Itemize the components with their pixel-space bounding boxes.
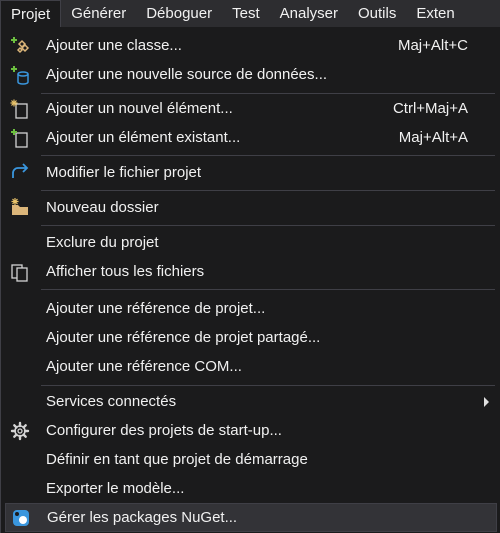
menu-outils[interactable]: Outils <box>348 0 406 27</box>
menu-projet[interactable]: Projet <box>0 0 62 27</box>
menu-item-shortcut: Ctrl+Maj+A <box>392 100 468 117</box>
menu-item-show-all-files[interactable]: Afficher tous les fichiers <box>1 257 499 286</box>
gear-icon <box>9 420 31 442</box>
menu-item-add-com-reference[interactable]: Ajouter une référence COM... <box>1 352 499 381</box>
menu-item-set-startup-project[interactable]: Définir en tant que projet de démarrage <box>1 445 499 474</box>
menu-item-add-datasource[interactable]: Ajouter une nouvelle source de données..… <box>1 60 499 89</box>
menu-item-label: Nouveau dossier <box>46 198 159 216</box>
new-item-icon <box>9 98 31 120</box>
nuget-icon <box>10 507 32 529</box>
submenu-arrow-icon <box>484 396 489 407</box>
menu-item-exclude-from-project[interactable]: Exclure du projet <box>1 228 499 257</box>
existing-item-icon <box>9 127 31 149</box>
menu-item-configure-startup-projects[interactable]: Configurer des projets de start-up... <box>1 416 499 445</box>
menu-item-label: Configurer des projets de start-up... <box>46 422 282 439</box>
menu-item-shortcut: Maj+Alt+C <box>397 37 468 54</box>
menu-item-add-project-reference[interactable]: Ajouter une référence de projet... <box>1 294 499 323</box>
menu-item-label: Ajouter une classe... <box>46 37 182 54</box>
menu-test[interactable]: Test <box>222 0 270 27</box>
menu-item-label: Exclure du projet <box>46 234 159 251</box>
menu-extensions[interactable]: Exten <box>406 0 464 27</box>
menu-separator <box>41 190 495 191</box>
menu-item-new-folder[interactable]: Nouveau dossier <box>1 192 499 222</box>
add-class-icon <box>9 35 31 57</box>
show-all-files-icon <box>9 261 31 283</box>
menu-item-label: Ajouter un nouvel élément... <box>46 100 233 117</box>
menu-item-edit-project-file[interactable]: Modifier le fichier projet <box>1 157 499 187</box>
menu-separator <box>41 155 495 156</box>
menu-analyser[interactable]: Analyser <box>270 0 348 27</box>
projet-dropdown-menu: Ajouter une classe... Maj+Alt+C Ajouter … <box>0 27 500 533</box>
menu-item-add-shared-project-reference[interactable]: Ajouter une référence de projet partagé.… <box>1 323 499 352</box>
add-datasource-icon <box>9 64 31 86</box>
menu-item-export-template[interactable]: Exporter le modèle... <box>1 474 499 503</box>
menu-item-label: Ajouter une référence de projet... <box>46 300 266 317</box>
menu-separator <box>41 385 495 386</box>
menu-deboguer[interactable]: Déboguer <box>136 0 222 27</box>
menu-separator <box>41 289 495 290</box>
edit-project-icon <box>9 161 31 183</box>
menu-bar: Projet Générer Déboguer Test Analyser Ou… <box>0 0 500 27</box>
menu-item-connected-services[interactable]: Services connectés <box>1 387 499 416</box>
menu-item-label: Services connectés <box>46 393 177 410</box>
menu-item-shortcut: Maj+Alt+A <box>398 129 468 146</box>
menu-item-label: Ajouter un élément existant... <box>46 129 241 146</box>
menu-item-label: Ajouter une référence de projet partagé.… <box>46 329 321 346</box>
menu-item-manage-nuget-packages[interactable]: Gérer les packages NuGet... <box>5 503 497 532</box>
menu-item-label: Afficher tous les fichiers <box>46 263 205 280</box>
menu-item-label: Modifier le fichier projet <box>46 163 202 181</box>
new-folder-icon <box>9 196 31 218</box>
menu-item-add-class[interactable]: Ajouter une classe... Maj+Alt+C <box>1 31 499 60</box>
menu-item-existing-item[interactable]: Ajouter un élément existant... Maj+Alt+A <box>1 123 499 152</box>
menu-item-label: Gérer les packages NuGet... <box>47 509 238 526</box>
menu-item-label: Ajouter une référence COM... <box>46 358 242 375</box>
menu-separator <box>41 225 495 226</box>
menu-generer[interactable]: Générer <box>61 0 136 27</box>
menu-item-label: Exporter le modèle... <box>46 480 185 497</box>
menu-item-label: Définir en tant que projet de démarrage <box>46 451 308 468</box>
menu-item-label: Ajouter une nouvelle source de données..… <box>46 66 328 83</box>
menu-item-new-item[interactable]: Ajouter un nouvel élément... Ctrl+Maj+A <box>1 94 499 123</box>
